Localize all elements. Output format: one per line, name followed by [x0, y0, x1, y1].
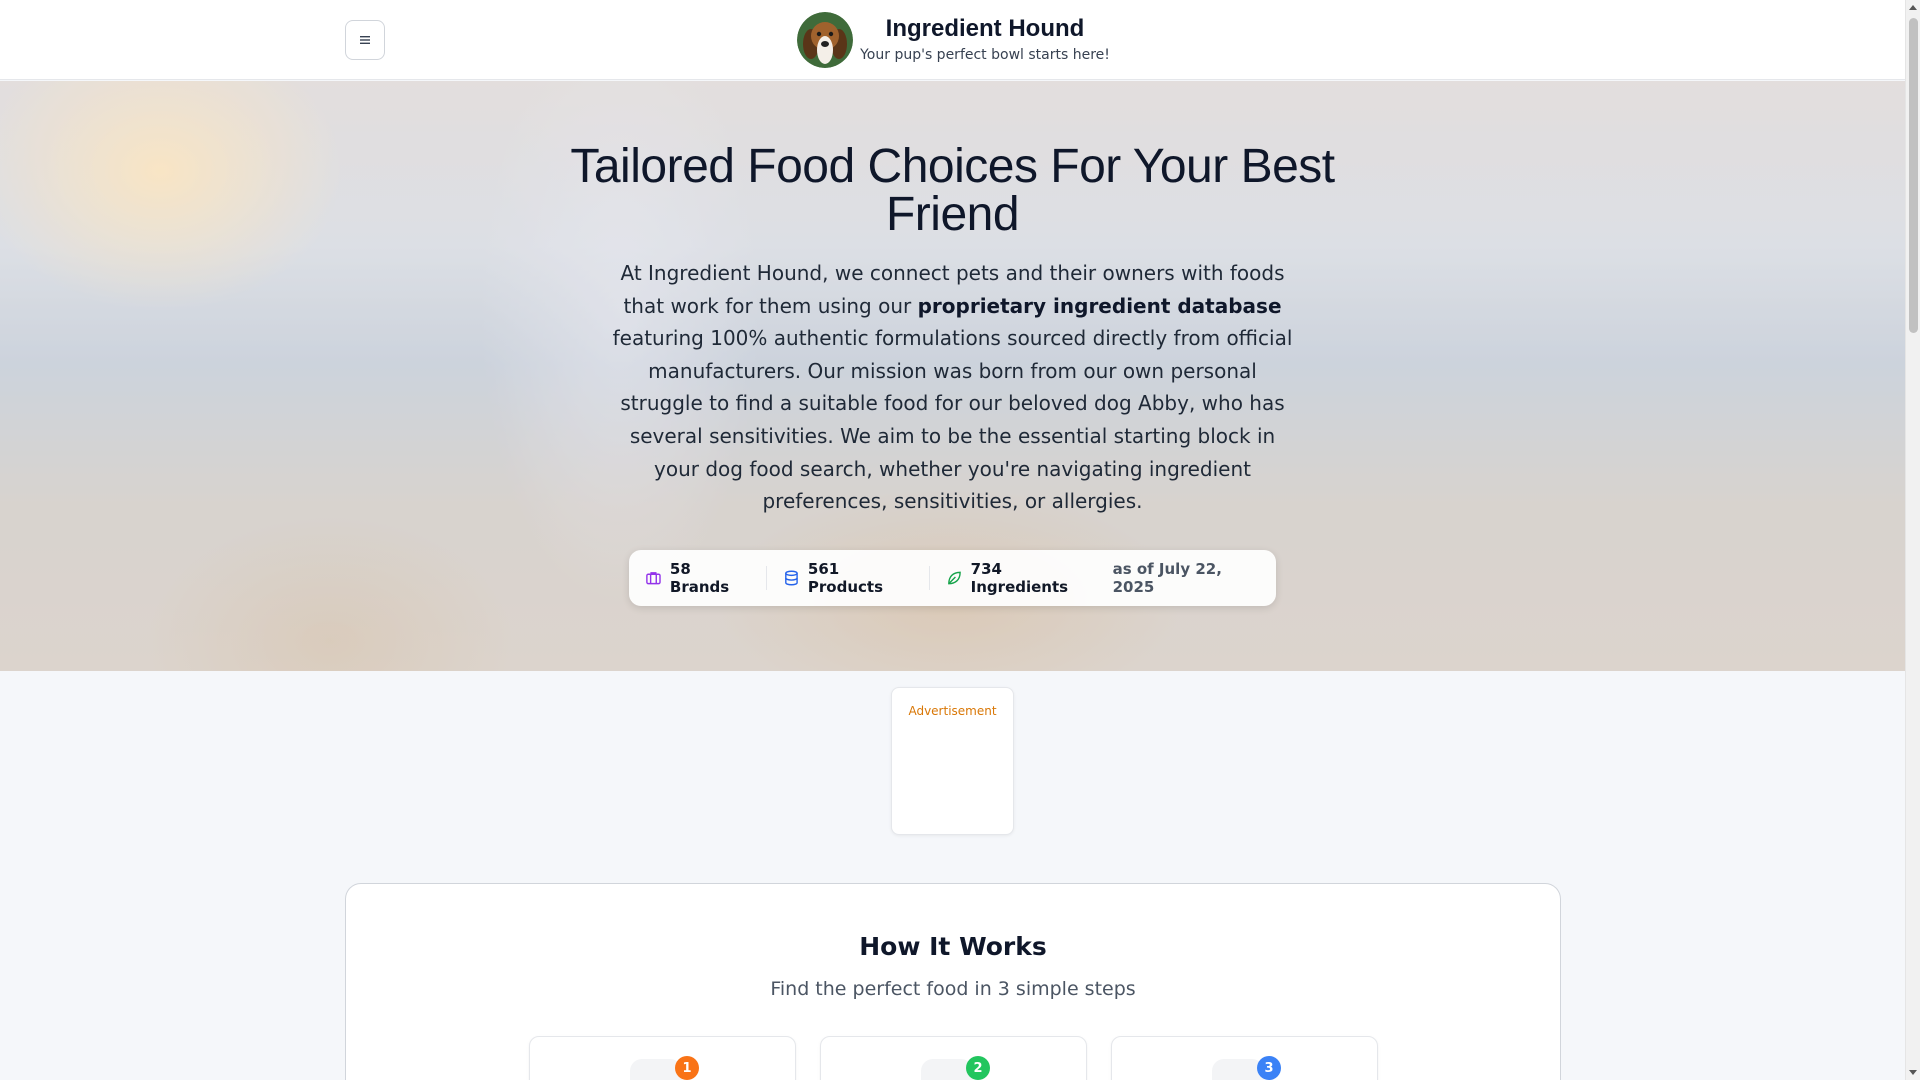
leaf-icon [947, 571, 961, 585]
how-it-works-section: How It Works Find the perfect food in 3 … [345, 883, 1561, 1080]
stat-ingredients: 734 Ingredients [946, 560, 1113, 596]
how-title: How It Works [859, 932, 1047, 961]
site-header: Ingredient Hound Your pup's perfect bowl… [0, 0, 1905, 80]
step-card-3: 3 [1111, 1036, 1378, 1080]
stats-as-of: as of July 22, 2025 [1112, 560, 1222, 596]
hero-desc-bold: proprietary ingredient database [917, 293, 1282, 318]
stat-brands: 58 Brands [645, 560, 766, 596]
hero-desc-text-end: featuring 100% authentic formulations so… [612, 326, 1293, 514]
step-number-badge: 3 [1257, 1056, 1281, 1080]
hero-description: At Ingredient Hound, we connect pets and… [610, 257, 1295, 518]
stat-brands-label: 58 Brands [669, 560, 730, 596]
divider [928, 566, 930, 590]
scroll-thumb[interactable] [1909, 18, 1918, 333]
step-number-badge: 2 [966, 1056, 990, 1080]
ad-label: Advertisement [908, 704, 997, 718]
how-subtitle: Find the perfect food in 3 simple steps [770, 978, 1136, 1000]
briefcase-icon [646, 572, 661, 585]
stat-products-label: 561 Products [807, 560, 884, 596]
step-card-1: 1 [529, 1036, 796, 1080]
advertisement-box[interactable]: Advertisement [891, 687, 1014, 835]
database-icon [785, 570, 798, 586]
site-title[interactable]: Ingredient Hound [860, 14, 1110, 44]
hamburger-icon [360, 36, 370, 44]
page-scrollbar[interactable] [1905, 0, 1920, 1080]
beagle-dog-logo [797, 12, 853, 68]
stat-products: 561 Products [783, 560, 929, 596]
step-number-badge: 1 [675, 1056, 699, 1080]
hero-title: Tailored Food Choices For Your Best Frie… [570, 140, 1335, 241]
menu-button[interactable] [345, 20, 385, 60]
hero-section: Tailored Food Choices For Your Best Frie… [0, 81, 1905, 671]
scroll-down-arrow-icon[interactable] [1909, 1070, 1917, 1075]
scroll-up-arrow-icon[interactable] [1909, 5, 1917, 10]
divider [766, 566, 767, 590]
step-card-2: 2 [820, 1036, 1087, 1080]
stat-ingredients-label: 734 Ingredients [970, 560, 1069, 596]
site-tagline: Your pup's perfect bowl starts here! [860, 47, 1110, 63]
site-logo[interactable] [797, 12, 853, 68]
stats-bar: 58 Brands 561 Products 734 Ingredients a… [629, 550, 1276, 606]
brand-block: Ingredient Hound Your pup's perfect bowl… [860, 14, 1110, 63]
